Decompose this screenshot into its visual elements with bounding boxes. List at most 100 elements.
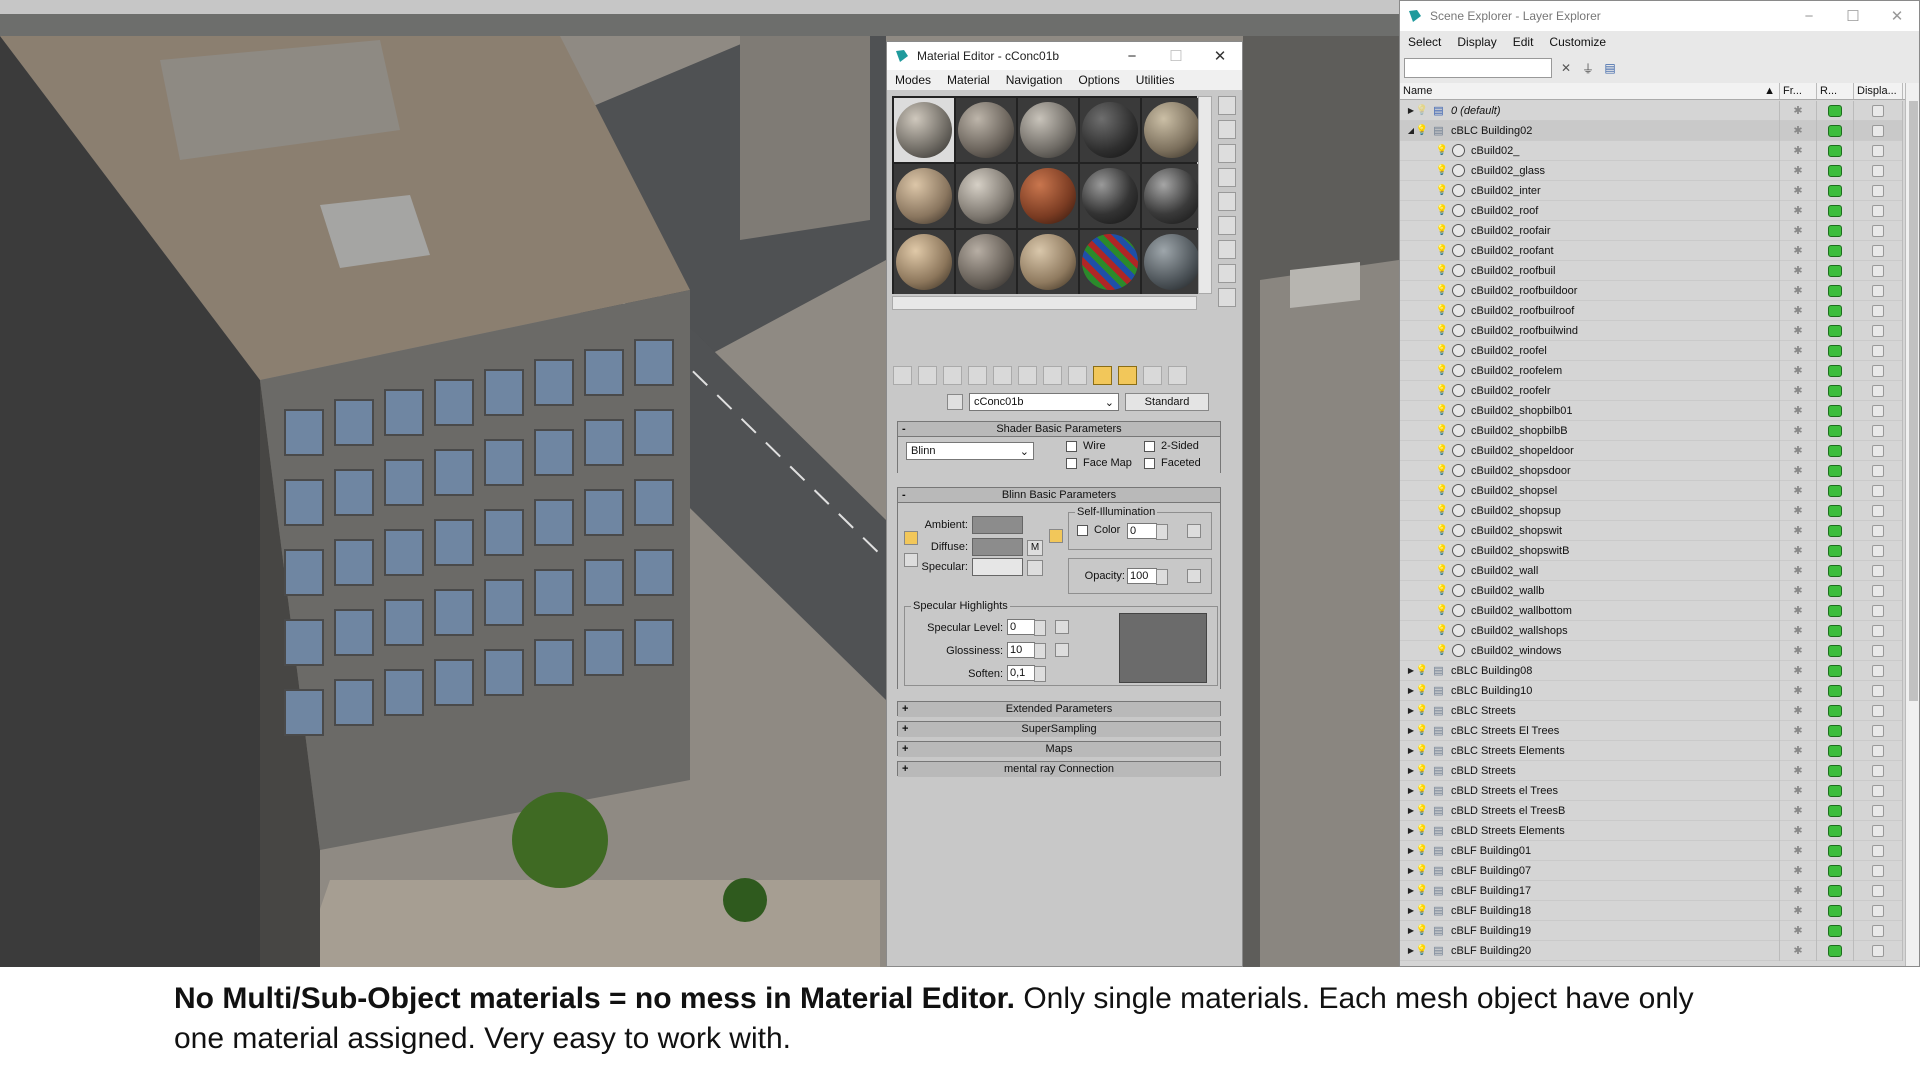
collapsed-arrow-icon[interactable]: ▶ bbox=[1406, 866, 1416, 876]
lock-diffuse-icon[interactable] bbox=[1049, 529, 1063, 543]
freeze-toggle[interactable]: ✱ bbox=[1780, 400, 1817, 421]
render-toggle[interactable] bbox=[1817, 100, 1854, 121]
layer-row[interactable]: ▶ 💡 ▤ cBLF Building20 ✱ bbox=[1400, 940, 1903, 961]
name-cell[interactable]: 💡 cBuild02_roofelem bbox=[1400, 360, 1780, 381]
go-sibling-icon[interactable] bbox=[1168, 366, 1187, 385]
name-cell[interactable]: 💡 cBuild02_wallbottom bbox=[1400, 600, 1780, 621]
freeze-toggle[interactable]: ✱ bbox=[1780, 480, 1817, 501]
menu-customize[interactable]: Customize bbox=[1541, 35, 1614, 49]
lightbulb-icon[interactable]: 💡 bbox=[1416, 664, 1428, 678]
menu-select[interactable]: Select bbox=[1400, 35, 1449, 49]
freeze-toggle[interactable]: ✱ bbox=[1780, 700, 1817, 721]
lightbulb-icon[interactable]: 💡 bbox=[1436, 624, 1448, 638]
display-toggle[interactable] bbox=[1854, 420, 1903, 441]
render-toggle[interactable] bbox=[1817, 220, 1854, 241]
display-toggle[interactable] bbox=[1854, 760, 1903, 781]
render-toggle[interactable] bbox=[1817, 360, 1854, 381]
freeze-toggle[interactable]: ✱ bbox=[1780, 680, 1817, 701]
layer-row[interactable]: ▶ 💡 ▤ 0 (default) ✱ bbox=[1400, 100, 1903, 121]
name-cell[interactable]: 💡 cBuild02_wallshops bbox=[1400, 620, 1780, 641]
lightbulb-icon[interactable]: 💡 bbox=[1436, 404, 1448, 418]
display-toggle[interactable] bbox=[1854, 740, 1903, 761]
object-row[interactable]: 💡 cBuild02_roofbuilroof ✱ bbox=[1400, 300, 1903, 321]
freeze-toggle[interactable]: ✱ bbox=[1780, 760, 1817, 781]
opacity-spinner[interactable]: 100 bbox=[1127, 568, 1168, 585]
collapsed-arrow-icon[interactable]: ▶ bbox=[1406, 886, 1416, 896]
layer-row[interactable]: ▶ 💡 ▤ cBLC Building08 ✱ bbox=[1400, 660, 1903, 681]
lightbulb-icon[interactable]: 💡 bbox=[1416, 844, 1428, 858]
freeze-toggle[interactable]: ✱ bbox=[1780, 600, 1817, 621]
specular-color-swatch[interactable] bbox=[972, 558, 1023, 576]
render-toggle[interactable] bbox=[1817, 440, 1854, 461]
lightbulb-icon[interactable]: 💡 bbox=[1436, 264, 1448, 278]
name-cell[interactable]: ▶ 💡 ▤ cBLD Streets bbox=[1400, 760, 1780, 781]
maximize-icon[interactable]: ☐ bbox=[1831, 2, 1875, 30]
render-toggle[interactable] bbox=[1817, 180, 1854, 201]
object-row[interactable]: 💡 cBuild02_shopswit ✱ bbox=[1400, 520, 1903, 541]
collapsed-arrow-icon[interactable]: ▶ bbox=[1406, 666, 1416, 676]
layer-row[interactable]: ▶ 💡 ▤ cBLF Building19 ✱ bbox=[1400, 920, 1903, 941]
display-toggle[interactable] bbox=[1854, 680, 1903, 701]
mental-ray-rollout-header[interactable]: + mental ray Connection bbox=[898, 762, 1220, 777]
slots-vertical-scrollbar[interactable] bbox=[1198, 96, 1212, 294]
uv-tiling-icon[interactable] bbox=[1218, 168, 1236, 187]
freeze-toggle[interactable]: ✱ bbox=[1780, 580, 1817, 601]
display-toggle[interactable] bbox=[1854, 540, 1903, 561]
render-toggle[interactable] bbox=[1817, 580, 1854, 601]
material-editor-window[interactable]: Material Editor - cConc01b − ☐ ✕ Modes M… bbox=[886, 41, 1243, 967]
lightbulb-icon[interactable]: 💡 bbox=[1436, 204, 1448, 218]
put-to-scene-icon[interactable] bbox=[918, 366, 937, 385]
name-cell[interactable]: 💡 cBuild02_shopsel bbox=[1400, 480, 1780, 501]
supersampling-rollout-header[interactable]: + SuperSampling bbox=[898, 722, 1220, 737]
display-toggle[interactable] bbox=[1854, 880, 1903, 901]
render-toggle[interactable] bbox=[1817, 660, 1854, 681]
collapsed-arrow-icon[interactable]: ▶ bbox=[1406, 846, 1416, 856]
collapsed-arrow-icon[interactable]: ▶ bbox=[1406, 946, 1416, 956]
display-toggle[interactable] bbox=[1854, 560, 1903, 581]
render-toggle[interactable] bbox=[1817, 460, 1854, 481]
sample-slot[interactable] bbox=[1142, 230, 1202, 294]
column-freeze[interactable]: Fr... bbox=[1780, 83, 1817, 99]
lightbulb-icon[interactable]: 💡 bbox=[1436, 444, 1448, 458]
maps-rollout[interactable]: + Maps bbox=[897, 741, 1221, 757]
freeze-toggle[interactable]: ✱ bbox=[1780, 540, 1817, 561]
object-row[interactable]: 💡 cBuild02_wallb ✱ bbox=[1400, 580, 1903, 601]
material-map-navigator-icon[interactable] bbox=[1218, 288, 1236, 307]
lightbulb-icon[interactable]: 💡 bbox=[1416, 784, 1428, 798]
lightbulb-icon[interactable]: 💡 bbox=[1416, 864, 1428, 878]
name-cell[interactable]: 💡 cBuild02_roofelr bbox=[1400, 380, 1780, 401]
display-toggle[interactable] bbox=[1854, 920, 1903, 941]
self-illum-spinner[interactable]: 0 bbox=[1127, 523, 1168, 540]
layer-options-icon[interactable]: ▤ bbox=[1602, 60, 1618, 76]
render-toggle[interactable] bbox=[1817, 940, 1854, 961]
name-cell[interactable]: 💡 cBuild02_roof bbox=[1400, 200, 1780, 221]
filter-icon[interactable]: ⏚ bbox=[1580, 60, 1596, 76]
object-row[interactable]: 💡 cBuild02_roofel ✱ bbox=[1400, 340, 1903, 361]
layer-row[interactable]: ▶ 💡 ▤ cBLF Building01 ✱ bbox=[1400, 840, 1903, 861]
object-row[interactable]: 💡 cBuild02_roof ✱ bbox=[1400, 200, 1903, 221]
lightbulb-icon[interactable]: 💡 bbox=[1436, 544, 1448, 558]
freeze-toggle[interactable]: ✱ bbox=[1780, 740, 1817, 761]
column-name[interactable]: Name ▲ bbox=[1400, 83, 1780, 99]
name-cell[interactable]: 💡 cBuild02_windows bbox=[1400, 640, 1780, 661]
lightbulb-icon[interactable]: 💡 bbox=[1436, 284, 1448, 298]
lightbulb-icon[interactable]: 💡 bbox=[1416, 764, 1428, 778]
render-toggle[interactable] bbox=[1817, 860, 1854, 881]
render-toggle[interactable] bbox=[1817, 640, 1854, 661]
expanded-arrow-icon[interactable]: ◢ bbox=[1406, 126, 1416, 136]
scene-explorer-titlebar[interactable]: Scene Explorer - Layer Explorer − ☐ ✕ bbox=[1400, 1, 1919, 31]
blinn-rollout-header[interactable]: - Blinn Basic Parameters bbox=[898, 488, 1220, 503]
sample-slot[interactable] bbox=[894, 164, 954, 228]
glossiness-spinner[interactable]: 10 bbox=[1007, 642, 1046, 659]
lightbulb-icon[interactable]: 💡 bbox=[1436, 364, 1448, 378]
object-row[interactable]: 💡 cBuild02_roofair ✱ bbox=[1400, 220, 1903, 241]
freeze-toggle[interactable]: ✱ bbox=[1780, 940, 1817, 961]
lightbulb-icon[interactable]: 💡 bbox=[1436, 244, 1448, 258]
material-type-button[interactable]: Standard bbox=[1125, 393, 1209, 411]
lightbulb-icon[interactable]: 💡 bbox=[1436, 324, 1448, 338]
collapsed-arrow-icon[interactable]: ▶ bbox=[1406, 906, 1416, 916]
object-row[interactable]: 💡 cBuild02_shopbilbB ✱ bbox=[1400, 420, 1903, 441]
sample-slot[interactable] bbox=[1080, 98, 1140, 162]
render-toggle[interactable] bbox=[1817, 320, 1854, 341]
get-material-icon[interactable] bbox=[893, 366, 912, 385]
